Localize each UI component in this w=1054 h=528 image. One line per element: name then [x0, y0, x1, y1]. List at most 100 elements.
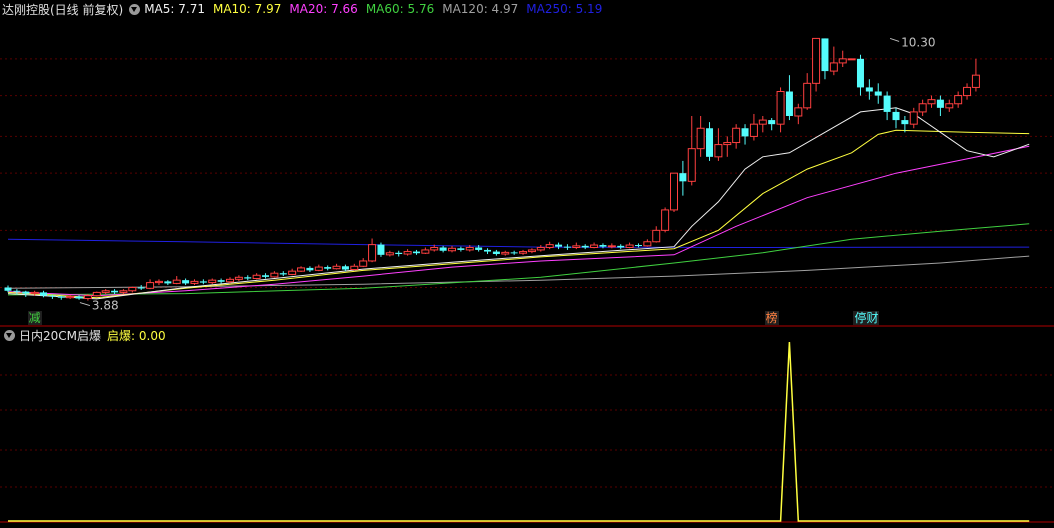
candle [927, 95, 936, 108]
candle [359, 258, 368, 268]
candle [332, 263, 341, 270]
candle [794, 103, 803, 125]
candle-body [652, 229, 661, 243]
legend-ma250: MA250: 5.19 [526, 2, 603, 16]
candle-body [154, 280, 163, 284]
candle-body [270, 272, 279, 278]
candle [101, 289, 110, 295]
candle [395, 250, 403, 257]
candle-body [723, 142, 732, 146]
grid-lines [0, 58, 1054, 523]
candle-body [439, 247, 447, 251]
candle-body [874, 91, 882, 96]
legend-ma120: MA120: 4.97 [442, 2, 519, 16]
min-pointer [79, 302, 91, 307]
candle [119, 289, 128, 295]
event-marker[interactable]: 榜 [764, 311, 779, 325]
candle [829, 46, 838, 76]
indicator-title: 日内20CM启爆 [19, 328, 102, 343]
candle-body [865, 87, 873, 92]
candle-body [607, 245, 616, 248]
candle [590, 242, 599, 249]
candle [279, 271, 287, 277]
chevron-down-icon[interactable] [4, 329, 15, 341]
candle-body [199, 281, 207, 283]
candle-body [679, 173, 687, 182]
candle [909, 107, 918, 129]
candle-body [758, 119, 767, 125]
candle-body [164, 281, 172, 284]
candle [714, 128, 723, 161]
ma-legend-items: MA5: 7.71 MA10: 7.97 MA20: 7.66 MA60: 5.76 M… [144, 2, 610, 16]
candle-body [146, 282, 155, 289]
candle [723, 136, 732, 157]
candlesticks[interactable] [4, 37, 980, 301]
candle-body [457, 248, 465, 250]
candle-body [768, 120, 776, 125]
candle-body [137, 287, 145, 289]
candle [572, 242, 581, 250]
candle-body [368, 244, 377, 262]
candle [324, 265, 332, 271]
candle [785, 75, 793, 121]
candle-body [519, 251, 528, 254]
candle [252, 273, 261, 280]
candle-body [48, 295, 56, 297]
candle [918, 99, 927, 116]
candle [314, 264, 323, 272]
candle [696, 116, 705, 157]
candle [687, 116, 696, 186]
candle-body [971, 74, 980, 88]
indicator-legend: 日内20CM启爆 启爆: 0.00 [0, 326, 166, 344]
candle-body [182, 280, 190, 284]
candle-body [40, 292, 48, 296]
candle-body [954, 95, 963, 105]
candle [617, 244, 625, 250]
candle [137, 285, 145, 290]
candle-body [776, 91, 785, 125]
candle [457, 246, 465, 252]
candle [892, 107, 900, 129]
candle-body [838, 58, 847, 64]
candle-body [350, 265, 359, 271]
candle-body [714, 144, 723, 158]
candle [492, 249, 500, 256]
candle [341, 264, 349, 272]
candle [111, 289, 119, 295]
candle-body [279, 273, 287, 275]
candle [563, 244, 571, 250]
candle [856, 54, 864, 96]
ma-line-ma120 [7, 255, 1030, 289]
candle [306, 266, 314, 272]
candle-body [208, 279, 217, 284]
event-marker[interactable]: 减 [27, 311, 42, 325]
candle-body [590, 244, 599, 248]
candle [154, 279, 163, 286]
candle [297, 266, 306, 272]
candle-body [527, 249, 536, 253]
candle [749, 113, 758, 141]
legend-ma20: MA20: 7.66 [289, 2, 358, 16]
candle [208, 278, 217, 285]
candle [164, 280, 172, 286]
candle-body [599, 245, 607, 247]
candle-body [617, 245, 625, 248]
chevron-down-icon[interactable] [129, 3, 141, 15]
candle-body [421, 249, 430, 254]
candle [874, 83, 882, 104]
candle [732, 124, 741, 149]
ma-line-ma10 [7, 129, 1030, 299]
max-pointer [889, 37, 900, 42]
candle-body [448, 247, 456, 252]
candle-body [581, 245, 589, 248]
candle-body [111, 290, 119, 293]
candle [812, 37, 821, 92]
candle [519, 249, 528, 255]
candle-body [297, 267, 306, 272]
candle-body [288, 270, 297, 275]
candle-body [883, 95, 891, 112]
event-marker[interactable]: 停财 [853, 311, 880, 325]
candle-body [536, 246, 545, 251]
candle-body [856, 58, 864, 88]
candle-body [217, 280, 225, 282]
